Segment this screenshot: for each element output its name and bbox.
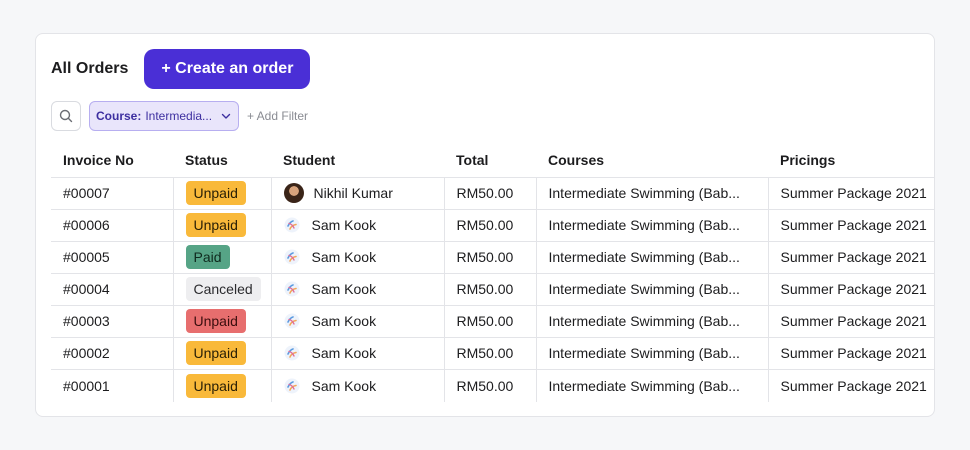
avatar-logo-icon [284, 249, 300, 265]
student-cell[interactable]: Sam Kook [270, 272, 444, 305]
table-row[interactable]: #00002 Unpaid Sam Kook RM50.00 Intermediate … [51, 336, 934, 369]
table-row[interactable]: #00005 Paid Sam Kook RM50.00 Intermediate Sw… [51, 240, 934, 273]
status-badge: Unpaid [185, 181, 246, 205]
filter-chip-key: Course: [96, 109, 142, 123]
column-header-student[interactable]: Student [271, 143, 444, 177]
table-row[interactable]: #00003 Unpaid Sam Kook RM50.00 Intermediate … [51, 304, 934, 337]
student-name: Nikhil Kumar [313, 185, 393, 201]
avatar-logo-icon [284, 345, 300, 361]
chevron-down-icon [220, 110, 232, 122]
avatar [283, 183, 304, 203]
course-cell: Intermediate Swimming (Bab... [535, 176, 768, 209]
status-cell: Unpaid [172, 336, 271, 369]
page-header: All Orders + Create an order [51, 49, 311, 89]
invoice-cell[interactable]: #00001 [51, 368, 173, 402]
column-header-pricings[interactable]: Pricings [768, 143, 934, 177]
student-name: Sam Kook [311, 345, 377, 361]
total-cell: RM50.00 [443, 208, 536, 241]
filter-chip-value: Intermedia... [145, 109, 213, 123]
course-cell: Intermediate Swimming (Bab... [535, 240, 768, 273]
total-cell: RM50.00 [443, 368, 536, 402]
add-filter-link[interactable]: + Add Filter [247, 109, 308, 123]
total-cell: RM50.00 [443, 240, 536, 273]
pricing-cell: Summer Package 2021 [767, 176, 934, 209]
avatar-logo-icon [284, 281, 300, 297]
orders-table-body: #00007 Unpaid Nikhil Kumar RM50.00 Intermedi… [51, 176, 934, 402]
student-cell[interactable]: Sam Kook [270, 240, 444, 273]
student-name: Sam Kook [311, 249, 377, 265]
invoice-cell[interactable]: #00007 [51, 176, 173, 209]
total-cell: RM50.00 [443, 176, 536, 209]
status-cell: Unpaid [172, 208, 271, 241]
search-button[interactable] [51, 101, 81, 131]
invoice-cell[interactable]: #00005 [51, 240, 173, 273]
student-cell[interactable]: Sam Kook [270, 304, 444, 337]
pricing-cell: Summer Package 2021 [767, 240, 934, 273]
orders-table: Invoice No Status Student Total Courses … [51, 143, 934, 402]
pricing-cell: Summer Package 2021 [767, 272, 934, 305]
status-badge: Canceled [185, 277, 261, 301]
course-cell: Intermediate Swimming (Bab... [535, 368, 768, 402]
search-icon [59, 109, 73, 123]
course-filter-chip[interactable]: Course: Intermedia... [89, 101, 239, 131]
create-order-button[interactable]: + Create an order [144, 49, 311, 89]
course-cell: Intermediate Swimming (Bab... [535, 336, 768, 369]
column-header-courses[interactable]: Courses [536, 143, 768, 177]
status-badge: Paid [185, 245, 230, 269]
status-cell: Unpaid [172, 368, 271, 402]
student-cell[interactable]: Sam Kook [270, 368, 444, 402]
invoice-cell[interactable]: #00006 [51, 208, 173, 241]
invoice-cell[interactable]: #00003 [51, 304, 173, 337]
avatar-logo-icon [284, 217, 300, 233]
total-cell: RM50.00 [443, 336, 536, 369]
table-row[interactable]: #00006 Unpaid Sam Kook RM50.00 Intermediate … [51, 208, 934, 241]
filter-bar: Course: Intermedia... + Add Filter [51, 101, 308, 131]
student-name: Sam Kook [311, 377, 377, 394]
status-badge: Unpaid [185, 309, 246, 333]
invoice-cell[interactable]: #00004 [51, 272, 173, 305]
course-cell: Intermediate Swimming (Bab... [535, 208, 768, 241]
avatar-logo-icon [284, 378, 300, 394]
table-row[interactable]: #00004 Canceled Sam Kook RM50.00 Intermediat… [51, 272, 934, 305]
table-header-row: Invoice No Status Student Total Courses … [51, 143, 934, 177]
course-cell: Intermediate Swimming (Bab... [535, 304, 768, 337]
column-header-invoice[interactable]: Invoice No [51, 143, 173, 177]
status-cell: Unpaid [172, 304, 271, 337]
status-cell: Canceled [172, 272, 271, 305]
pricing-cell: Summer Package 2021 [767, 336, 934, 369]
total-cell: RM50.00 [443, 304, 536, 337]
pricing-cell: Summer Package 2021 [767, 368, 934, 402]
page-title: All Orders [51, 60, 129, 77]
student-name: Sam Kook [311, 313, 377, 329]
total-cell: RM50.00 [443, 272, 536, 305]
course-cell: Intermediate Swimming (Bab... [535, 272, 768, 305]
student-name: Sam Kook [311, 281, 377, 297]
pricing-cell: Summer Package 2021 [767, 304, 934, 337]
student-cell[interactable]: Nikhil Kumar [270, 176, 444, 209]
invoice-cell[interactable]: #00002 [51, 336, 173, 369]
table-row[interactable]: #00001 Unpaid Sam Kook RM50.00 Intermediate … [51, 368, 934, 402]
status-badge: Unpaid [185, 341, 246, 365]
pricing-cell: Summer Package 2021 [767, 208, 934, 241]
column-header-status[interactable]: Status [173, 143, 271, 177]
table-row[interactable]: #00007 Unpaid Nikhil Kumar RM50.00 Intermedi… [51, 176, 934, 209]
status-badge: Unpaid [185, 213, 246, 237]
student-name: Sam Kook [311, 217, 377, 233]
column-header-total[interactable]: Total [444, 143, 536, 177]
status-cell: Paid [172, 240, 271, 273]
student-cell[interactable]: Sam Kook [270, 208, 444, 241]
avatar-logo-icon [284, 313, 300, 329]
status-cell: Unpaid [172, 176, 271, 209]
orders-card: All Orders + Create an order Course: Int… [35, 33, 935, 417]
status-badge: Unpaid [185, 373, 246, 398]
student-cell[interactable]: Sam Kook [270, 336, 444, 369]
